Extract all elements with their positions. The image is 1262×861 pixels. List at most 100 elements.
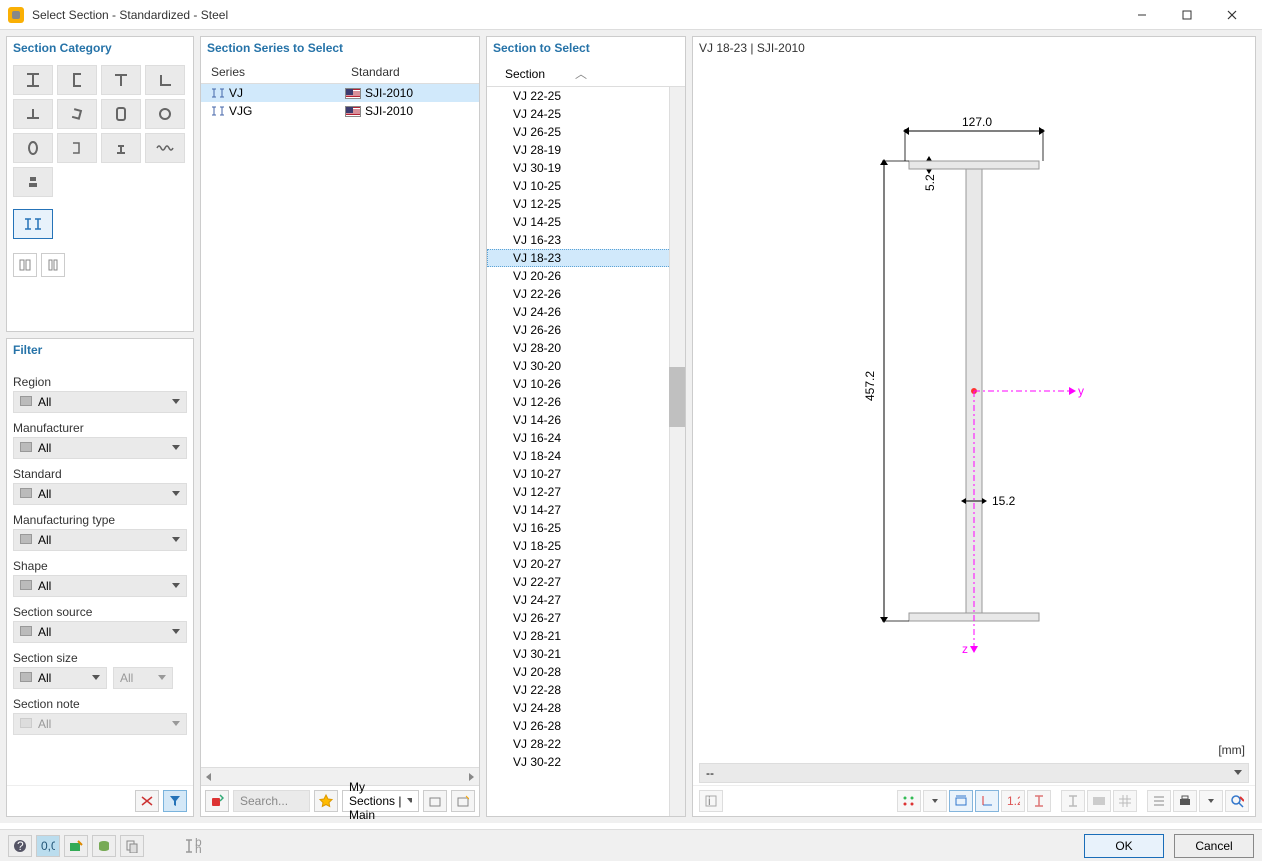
section-item[interactable]: VJ 12-25 [487,195,685,213]
clear-filter-button[interactable] [135,790,159,812]
section-item[interactable]: VJ 18-23 [487,249,685,267]
manufacturer-combo[interactable]: All [13,437,187,459]
section-item[interactable]: VJ 22-25 [487,87,685,105]
note-combo[interactable]: All [13,713,187,735]
ok-button[interactable]: OK [1084,834,1164,858]
section-item[interactable]: VJ 22-26 [487,285,685,303]
series-hscroll[interactable] [201,767,479,785]
category-angle-icon[interactable] [145,65,185,95]
section-item[interactable]: VJ 28-22 [487,735,685,753]
section-item[interactable]: VJ 26-27 [487,609,685,627]
category-channel-icon[interactable] [57,65,97,95]
section-item[interactable]: VJ 14-27 [487,501,685,519]
category-solid-icon[interactable] [13,167,53,197]
footer-db-icon[interactable] [92,835,116,857]
category-z-section-icon[interactable] [57,99,97,129]
tb-info-icon[interactable]: i [699,790,723,812]
tb-stress-icon[interactable] [897,790,921,812]
maximize-button[interactable] [1164,1,1209,29]
series-row[interactable]: VJGSJI-2010 [201,102,479,120]
category-i-section-icon[interactable] [13,65,53,95]
section-item[interactable]: VJ 26-26 [487,321,685,339]
category-oval-icon[interactable] [13,133,53,163]
preview-info-combo[interactable]: -- [699,763,1249,783]
tb-fill-icon[interactable] [1087,790,1111,812]
footer-help-icon[interactable]: ? [8,835,32,857]
tb-dim-icon[interactable] [949,790,973,812]
section-item[interactable]: VJ 24-25 [487,105,685,123]
section-item[interactable]: VJ 16-23 [487,231,685,249]
section-item[interactable]: VJ 20-26 [487,267,685,285]
section-item[interactable]: VJ 30-21 [487,645,685,663]
scrollbar-thumb[interactable] [669,367,685,427]
tb-grid-icon[interactable] [1113,790,1137,812]
footer-units-icon[interactable]: 0,00 [36,835,60,857]
section-item[interactable]: VJ 26-25 [487,123,685,141]
section-item[interactable]: VJ 18-24 [487,447,685,465]
category-tee-icon[interactable] [101,65,141,95]
category-rail-icon[interactable] [101,133,141,163]
tb-values-icon[interactable]: 1.2 [1001,790,1025,812]
mysec-btn1[interactable] [423,790,447,812]
category-joist-icon[interactable] [13,209,53,239]
expand-all-icon[interactable] [13,253,37,277]
section-item[interactable]: VJ 28-19 [487,141,685,159]
source-combo[interactable]: All [13,621,187,643]
category-corrugated-icon[interactable] [145,133,185,163]
section-scroll[interactable]: VJ 22-25VJ 24-25VJ 26-25VJ 28-19VJ 30-19… [487,87,685,816]
section-item[interactable]: VJ 12-27 [487,483,685,501]
section-item[interactable]: VJ 20-28 [487,663,685,681]
category-double-tee-icon[interactable] [13,99,53,129]
section-item[interactable]: VJ 20-27 [487,555,685,573]
my-sections-combo[interactable]: My Sections | Main [342,790,419,812]
mysec-btn2[interactable] [451,790,475,812]
section-item[interactable]: VJ 10-25 [487,177,685,195]
region-combo[interactable]: All [13,391,187,413]
category-hollow-rect-icon[interactable] [101,99,141,129]
footer-copy-icon[interactable] [120,835,144,857]
section-item[interactable]: VJ 12-26 [487,393,685,411]
tb-print-icon[interactable] [1173,790,1197,812]
category-zee-icon[interactable] [57,133,97,163]
section-item[interactable]: VJ 24-26 [487,303,685,321]
tb-dropdown-1[interactable] [923,790,947,812]
series-row[interactable]: VJSJI-2010 [201,84,479,102]
footer-export-icon[interactable] [64,835,88,857]
section-item[interactable]: VJ 24-28 [487,699,685,717]
tb-search-icon[interactable] [1225,790,1249,812]
section-item[interactable]: VJ 30-22 [487,753,685,771]
size-combo-2[interactable]: All [113,667,173,689]
section-item[interactable]: VJ 14-25 [487,213,685,231]
tb-list-icon[interactable] [1147,790,1171,812]
section-item[interactable]: VJ 28-20 [487,339,685,357]
col-standard[interactable]: Standard [345,61,475,83]
mfg-type-combo[interactable]: All [13,529,187,551]
shape-combo[interactable]: All [13,575,187,597]
section-item[interactable]: VJ 28-21 [487,627,685,645]
section-item[interactable]: VJ 10-27 [487,465,685,483]
close-button[interactable] [1209,1,1254,29]
minimize-button[interactable] [1119,1,1164,29]
section-item[interactable]: VJ 16-25 [487,519,685,537]
section-item[interactable]: VJ 10-26 [487,375,685,393]
series-add-button[interactable] [205,790,229,812]
tb-outline-icon[interactable] [1061,790,1085,812]
section-item[interactable]: VJ 24-27 [487,591,685,609]
favorite-button[interactable] [314,790,338,812]
tb-isection-icon[interactable] [1027,790,1051,812]
section-item[interactable]: VJ 16-24 [487,429,685,447]
search-input[interactable]: Search... [233,790,310,812]
section-item[interactable]: VJ 30-19 [487,159,685,177]
col-series[interactable]: Series [205,61,345,83]
category-hollow-circle-icon[interactable] [145,99,185,129]
footer-ibh-icon[interactable]: bh [182,835,206,857]
section-item[interactable]: VJ 26-28 [487,717,685,735]
cancel-button[interactable]: Cancel [1174,834,1254,858]
section-col-header[interactable]: Section︿ [495,65,677,82]
size-combo-1[interactable]: All [13,667,107,689]
collapse-all-icon[interactable] [41,253,65,277]
section-item[interactable]: VJ 18-25 [487,537,685,555]
section-item[interactable]: VJ 22-27 [487,573,685,591]
section-item[interactable]: VJ 30-20 [487,357,685,375]
tb-dropdown-2[interactable] [1199,790,1223,812]
